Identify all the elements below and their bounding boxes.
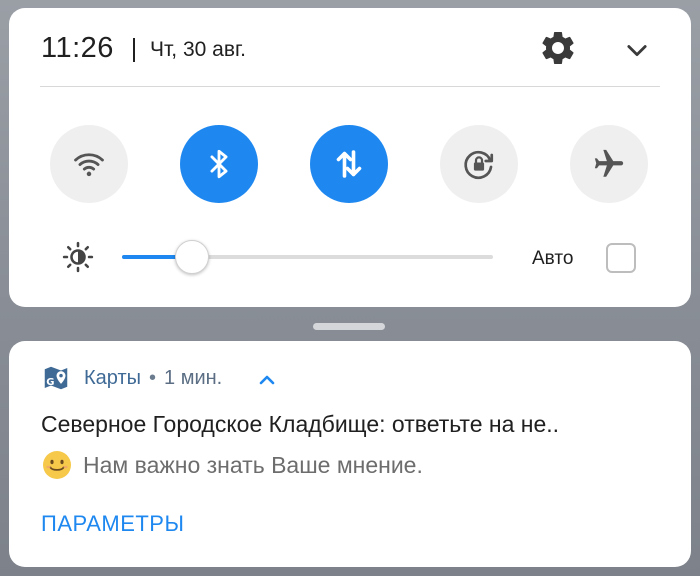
auto-brightness-label: Авто [532,248,574,269]
rotation-lock-icon [464,150,494,180]
brightness-slider-thumb[interactable] [175,240,210,274]
clock-date-separator [133,38,135,62]
tile-airplane-mode[interactable] [570,125,648,203]
notification-separator: • [149,367,157,389]
brightness-slider[interactable] [122,240,493,274]
tile-bluetooth[interactable] [180,125,258,203]
chevron-up-icon[interactable] [255,368,279,392]
maps-app-icon: G [44,366,68,390]
parameters-button[interactable]: ПАРАМЕТРЫ [41,511,184,537]
smiling-face-emoji [43,451,71,479]
notification-app-name: Карты [84,367,141,389]
gear-icon[interactable] [538,28,578,68]
chevron-down-icon[interactable] [623,36,651,64]
airplane-icon [594,149,624,177]
auto-brightness-checkbox[interactable] [606,243,636,273]
notification-title: Северное Городское Кладбище: ответьте на… [41,411,560,437]
mobile-data-icon [336,150,362,178]
header-divider [40,86,660,87]
svg-text:G: G [46,377,54,388]
notification-text: Нам важно знать Ваше мнение. [83,452,423,478]
tile-wifi[interactable] [50,125,128,203]
notification-header: Карты • 1 мин. [84,367,222,390]
clock: 11:26 [41,32,114,64]
notification-card[interactable]: G Карты • 1 мин. Северное Городское Клад… [9,341,691,567]
wifi-icon [74,153,104,177]
tile-rotation-lock[interactable] [440,125,518,203]
panel-drag-handle[interactable] [313,323,385,330]
date[interactable]: Чт, 30 авг. [150,38,246,62]
brightness-icon [62,241,94,273]
notification-time: 1 мин. [164,367,223,389]
quick-settings-panel: 11:26 Чт, 30 авг. Авто [9,8,691,307]
bluetooth-icon [210,149,228,179]
tile-mobile-data[interactable] [310,125,388,203]
